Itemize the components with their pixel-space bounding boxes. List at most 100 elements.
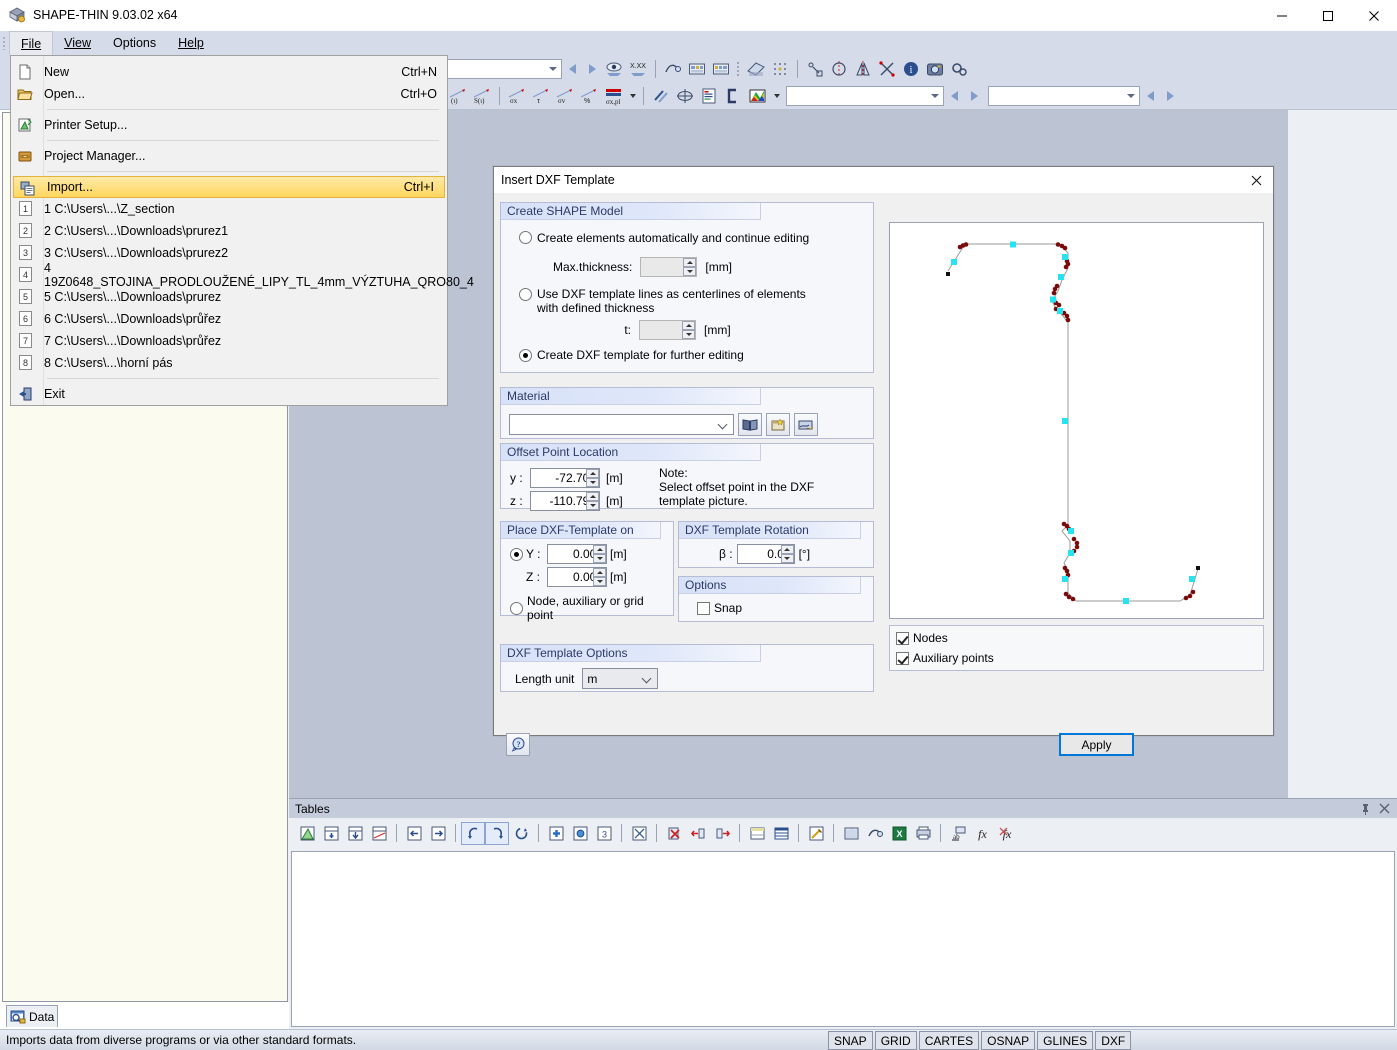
calculate-all-icon[interactable]	[709, 57, 733, 80]
snapshot-icon[interactable]	[923, 57, 947, 80]
omega-icon[interactable]: (ι)	[446, 84, 470, 107]
place-Y-spin-up-icon[interactable]	[593, 545, 606, 554]
apply-button[interactable]: Apply	[1059, 733, 1134, 756]
ab-sort-icon[interactable]: ab	[946, 822, 970, 845]
new-table-icon[interactable]	[295, 822, 319, 845]
menu-item-exit[interactable]: Exit	[11, 383, 447, 405]
place-Y-spin-buttons[interactable]	[593, 545, 606, 563]
results-table-icon[interactable]	[744, 57, 768, 80]
offset-z-spin-buttons[interactable]	[586, 492, 599, 510]
offset-y-spinner[interactable]	[530, 468, 600, 488]
edit-cell-icon[interactable]	[804, 822, 828, 845]
offset-y-spin-down-icon[interactable]	[586, 478, 599, 487]
table-grid-icon[interactable]	[769, 822, 793, 845]
section-properties-icon[interactable]	[661, 57, 685, 80]
settings-item-icon[interactable]	[568, 822, 592, 845]
toolbar-gripper[interactable]	[735, 59, 742, 79]
dimension-icon[interactable]	[803, 57, 827, 80]
new-material-icon[interactable]	[766, 413, 790, 436]
menu-file[interactable]: File	[9, 31, 53, 55]
menu-item-printer-setup[interactable]: Printer Setup...	[11, 114, 447, 136]
toolbar-combo-3[interactable]	[988, 86, 1140, 106]
menu-item-recent-2[interactable]: 2 2 C:\Users\...\Downloads\prurez1	[11, 220, 447, 242]
beta-spin-up-icon[interactable]	[781, 545, 794, 554]
material-library-icon[interactable]	[738, 413, 762, 436]
status-cell-grid[interactable]: GRID	[875, 1031, 917, 1050]
status-cell-glines[interactable]: GLINES	[1037, 1031, 1093, 1050]
percent-icon[interactable]: %	[577, 84, 601, 107]
offset-z-spin-down-icon[interactable]	[586, 501, 599, 510]
excel-export-icon[interactable]: X	[887, 822, 911, 845]
menu-item-recent-8[interactable]: 8 8 C:\Users\...\horní pás	[11, 352, 447, 374]
sigma-dropdown-icon[interactable]	[627, 85, 638, 107]
t-spin-down-icon[interactable]	[682, 330, 695, 339]
offset-z-spinner[interactable]	[530, 491, 600, 511]
mirror-icon[interactable]	[851, 57, 875, 80]
t-thickness-spinner[interactable]	[639, 320, 696, 340]
redo-icon[interactable]	[485, 822, 509, 845]
delete-row-icon[interactable]	[662, 822, 686, 845]
menu-options[interactable]: Options	[102, 31, 167, 55]
delete-right-icon[interactable]	[710, 822, 734, 845]
menu-gripper[interactable]	[0, 31, 9, 55]
menu-item-recent-1[interactable]: 1 1 C:\Users\...\Z_section	[11, 198, 447, 220]
next-arrow-icon[interactable]	[582, 58, 602, 80]
calculate-icon[interactable]	[685, 57, 709, 80]
help-button[interactable]: ?	[506, 733, 530, 756]
offset-y-spin-buttons[interactable]	[586, 469, 599, 487]
prev-table-icon[interactable]	[402, 822, 426, 845]
menu-help[interactable]: Help	[167, 31, 215, 55]
status-cell-snap[interactable]: SNAP	[828, 1031, 873, 1050]
status-cell-osnap[interactable]: OSNAP	[981, 1031, 1035, 1050]
data-tab[interactable]: Data	[6, 1005, 58, 1027]
combo3-prev-icon[interactable]	[1140, 85, 1160, 107]
insert-row-icon[interactable]	[319, 822, 343, 845]
parallel-icon[interactable]	[649, 84, 673, 107]
delete-left-icon[interactable]	[686, 822, 710, 845]
status-cell-cartes[interactable]: CARTES	[919, 1031, 979, 1050]
snap-row[interactable]: Snap	[697, 601, 742, 615]
center-icon[interactable]	[673, 84, 697, 107]
settings-icon[interactable]	[947, 57, 971, 80]
fx-clear-icon[interactable]: fx	[994, 822, 1018, 845]
spin-up-icon[interactable]	[683, 258, 696, 267]
menu-item-project-manager[interactable]: Project Manager...	[11, 145, 447, 167]
clear-table-icon[interactable]	[627, 822, 651, 845]
append-row-icon[interactable]	[343, 822, 367, 845]
table-view-icon[interactable]	[745, 822, 769, 845]
radio-create-template[interactable]: Create DXF template for further editing	[519, 348, 744, 362]
radio-node-row[interactable]: Node, auxiliary or grid point	[510, 594, 673, 622]
info-item-icon[interactable]: 3	[592, 822, 616, 845]
print-table-icon[interactable]	[911, 822, 935, 845]
place-Z-spin-up-icon[interactable]	[593, 568, 606, 577]
max-thickness-spinner[interactable]	[640, 257, 697, 277]
material-combo[interactable]	[509, 414, 734, 435]
prev-arrow-icon[interactable]	[562, 58, 582, 80]
sigma-xpl-icon[interactable]: σx,pl	[601, 84, 627, 107]
toolbar-combo-2[interactable]	[786, 86, 944, 106]
radio-node-button[interactable]	[510, 602, 523, 615]
spin-down-icon[interactable]	[683, 267, 696, 276]
colors-dropdown-icon[interactable]	[771, 85, 782, 107]
refresh-icon[interactable]	[509, 822, 533, 845]
fx-icon[interactable]: fx	[970, 822, 994, 845]
radio-create-auto-button[interactable]	[519, 231, 532, 244]
place-Z-spin-down-icon[interactable]	[593, 577, 606, 586]
offset-y-spin-up-icon[interactable]	[586, 469, 599, 478]
grid-points-icon[interactable]	[768, 57, 792, 80]
offset-z-spin-up-icon[interactable]	[586, 492, 599, 501]
material-edit-icon[interactable]	[794, 413, 818, 436]
next-table-icon[interactable]	[426, 822, 450, 845]
sigma-v-icon[interactable]: σv	[553, 84, 577, 107]
status-cell-dxf[interactable]: DXF	[1095, 1031, 1131, 1050]
beta-spin-down-icon[interactable]	[781, 554, 794, 563]
sigma-x-icon[interactable]: σx	[505, 84, 529, 107]
combo2-next-icon[interactable]	[964, 85, 984, 107]
rotation-beta-spin-buttons[interactable]	[781, 545, 794, 563]
place-Y-spin-down-icon[interactable]	[593, 554, 606, 563]
menu-view[interactable]: View	[53, 31, 102, 55]
s-omega-icon[interactable]: S(ι)	[470, 84, 494, 107]
place-Y-spinner[interactable]	[547, 544, 607, 564]
tau-icon[interactable]: τ	[529, 84, 553, 107]
max-thickness-spin-buttons[interactable]	[683, 258, 696, 276]
